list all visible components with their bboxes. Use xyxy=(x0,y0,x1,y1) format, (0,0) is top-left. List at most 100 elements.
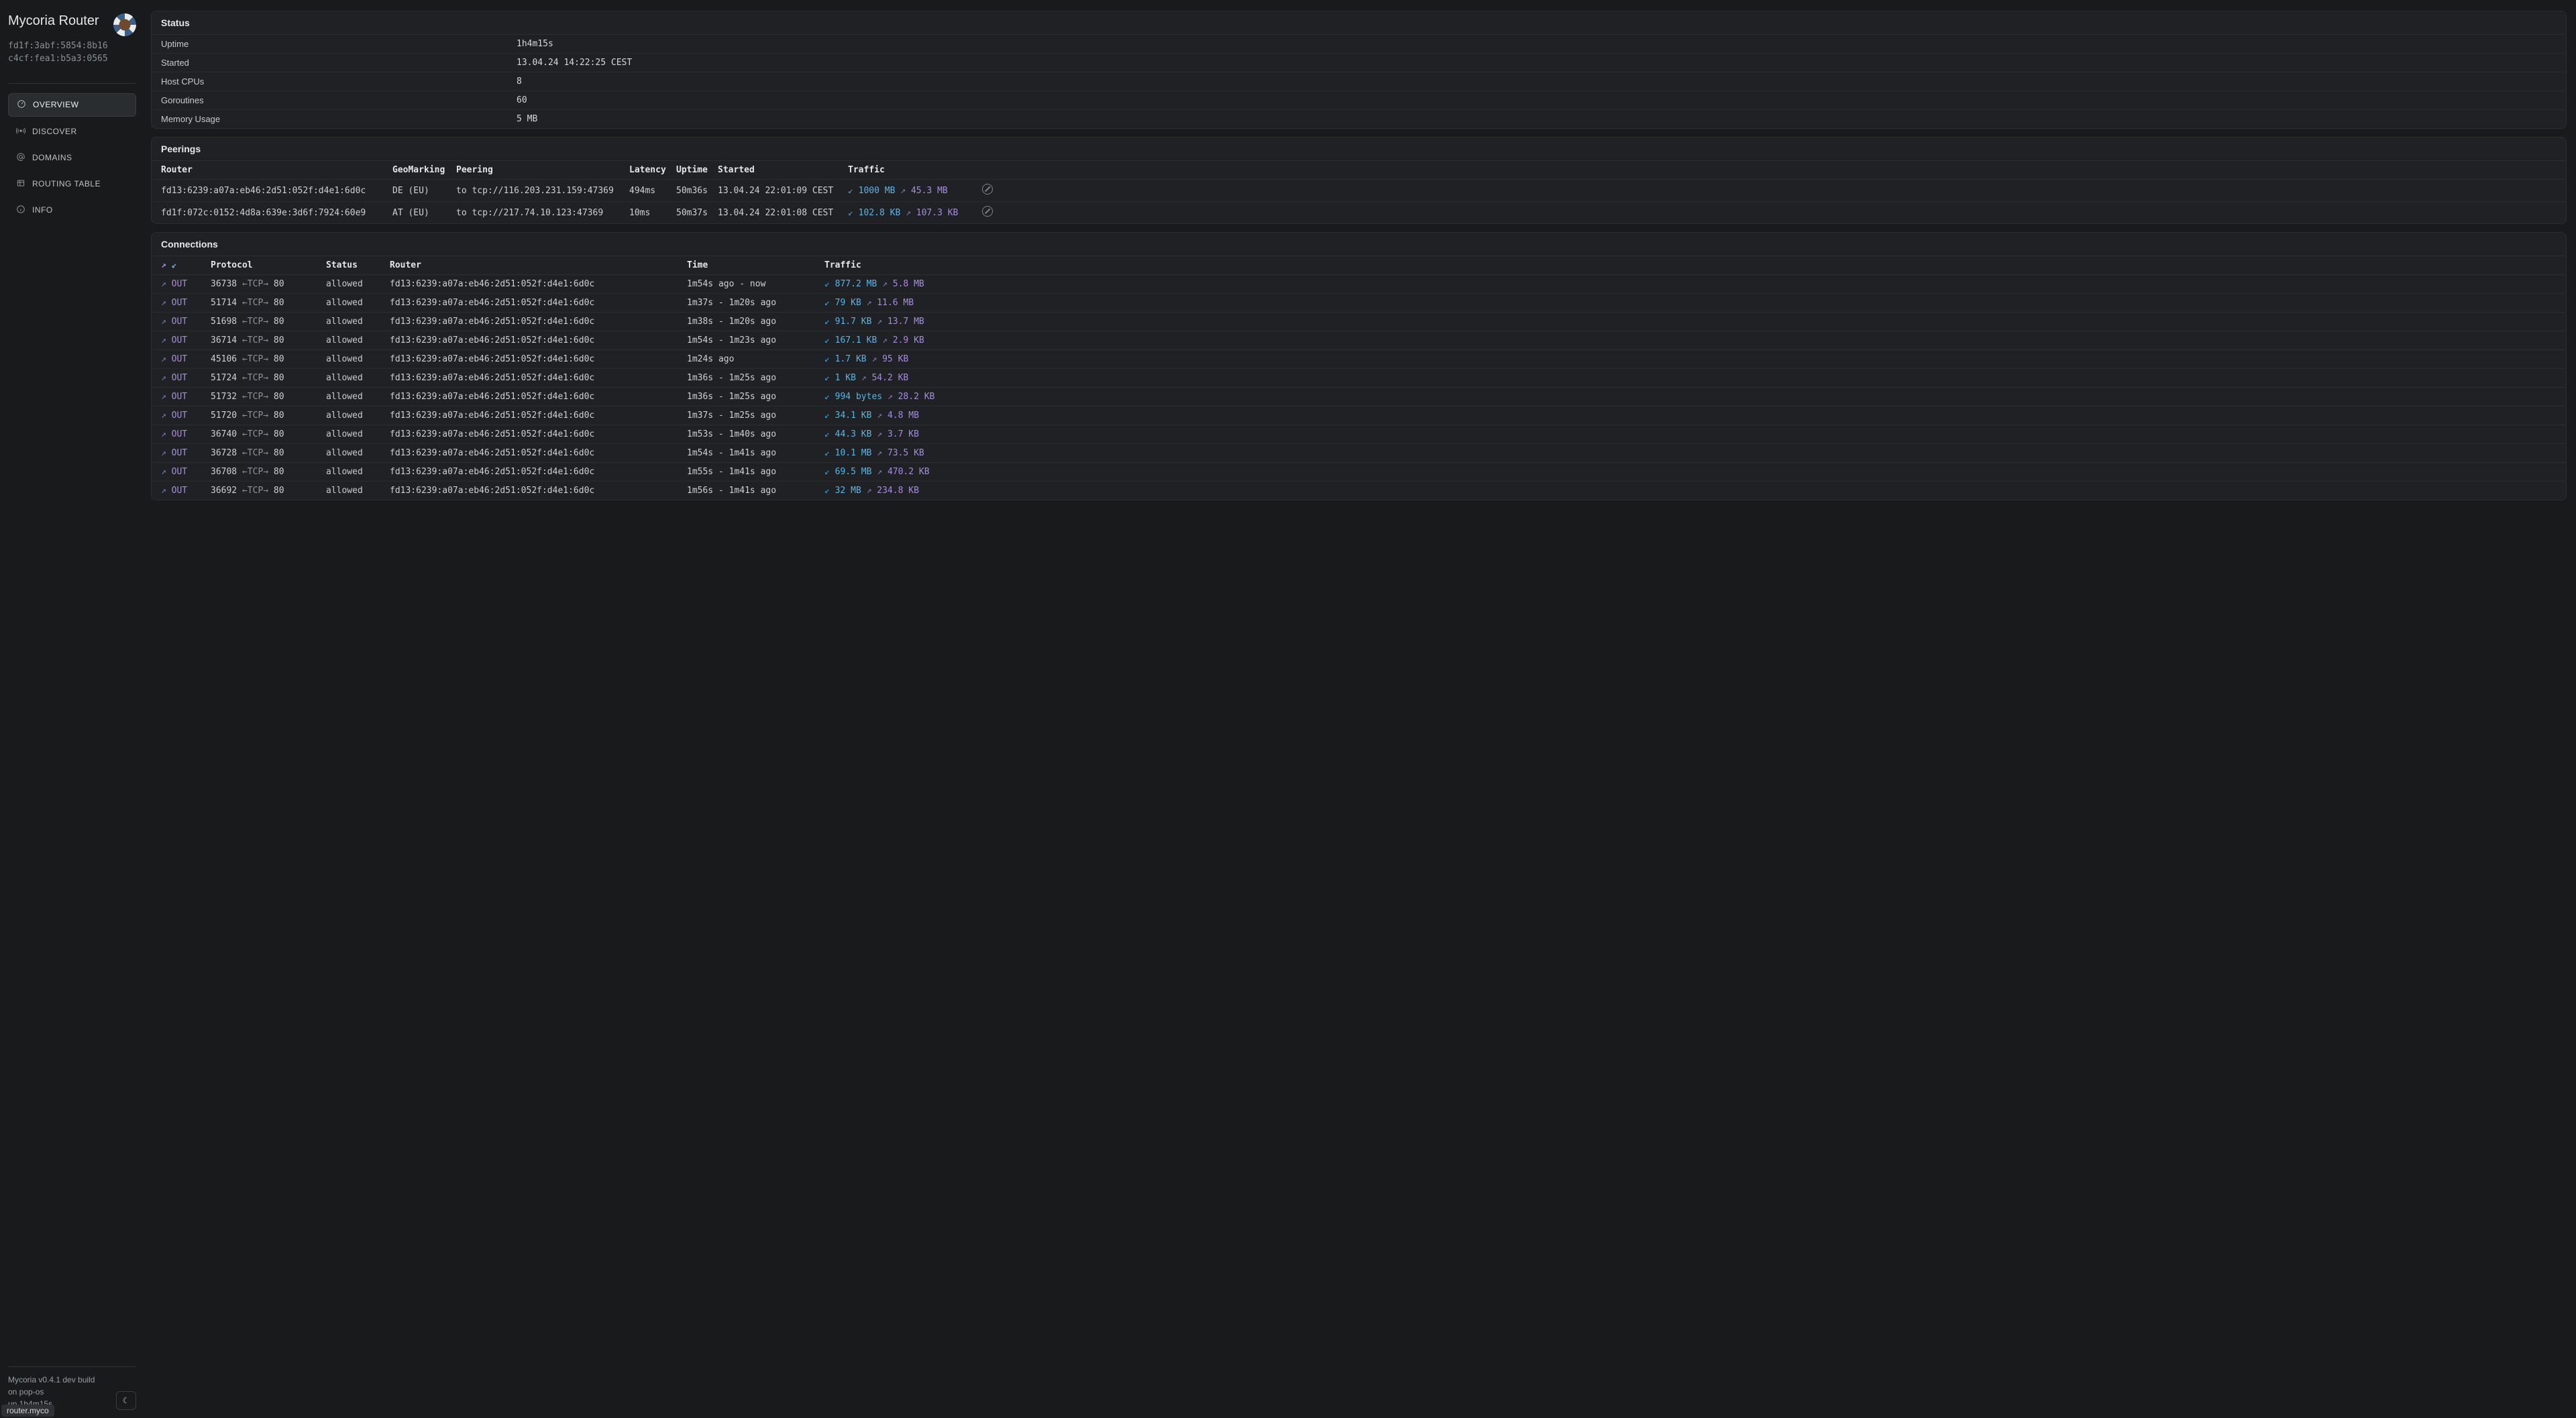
traffic-in: 994 bytes xyxy=(835,392,882,402)
peer-uptime: 50m37s xyxy=(676,208,718,218)
conn-traffic: ↙ 91.7 KB ↗ 13.7 MB xyxy=(824,317,2557,327)
connection-row: ↗ OUT51714 ←TCP→ 80allowedfd13:6239:a07a… xyxy=(152,294,2566,313)
traffic-in: 1.7 KB xyxy=(835,354,867,364)
peer-latency: 10ms xyxy=(629,208,676,218)
conn-status: allowed xyxy=(326,486,390,496)
conn-direction: ↗ OUT xyxy=(161,298,211,308)
conn-status: allowed xyxy=(326,467,390,477)
block-icon[interactable] xyxy=(982,184,993,195)
nav-domains[interactable]: DOMAINS xyxy=(8,147,136,169)
conn-traffic: ↙ 44.3 KB ↗ 3.7 KB xyxy=(824,429,2557,439)
connection-row: ↗ OUT51724 ←TCP→ 80allowedfd13:6239:a07a… xyxy=(152,369,2566,388)
conn-protocol: 51720 ←TCP→ 80 xyxy=(211,411,326,421)
router-fingerprint: fd1f:3abf:5854:8b16 c4cf:fea1:b5a3:0565 xyxy=(8,40,136,66)
traffic-out: 3.7 KB xyxy=(888,429,919,439)
traffic-in: 102.8 KB xyxy=(859,208,901,218)
block-icon[interactable] xyxy=(982,206,993,217)
conn-direction: ↗ OUT xyxy=(161,392,211,402)
conn-router: fd13:6239:a07a:eb46:2d51:052f:d4e1:6d0c xyxy=(390,298,687,308)
conn-protocol: 51732 ←TCP→ 80 xyxy=(211,392,326,402)
conn-protocol: 51698 ←TCP→ 80 xyxy=(211,317,326,327)
arrow-out-icon: ↗ xyxy=(861,373,867,383)
arrow-out-icon: ↗ xyxy=(161,486,166,496)
arrow-in-icon: ↙ xyxy=(824,373,830,383)
conn-protocol: 36740 ←TCP→ 80 xyxy=(211,429,326,439)
arrow-in-icon: ↙ xyxy=(824,411,830,421)
gauge-icon xyxy=(17,99,26,111)
nav-discover[interactable]: DISCOVER xyxy=(8,121,136,143)
conn-time: 1m36s - 1m25s ago xyxy=(687,373,824,383)
arrow-out-icon: ↗ xyxy=(161,298,166,308)
connection-row: ↗ OUT36692 ←TCP→ 80allowedfd13:6239:a07a… xyxy=(152,482,2566,500)
arrow-out-icon: ↗ xyxy=(877,429,882,439)
theme-toggle-button[interactable]: ☾ xyxy=(116,1391,136,1410)
nav-overview[interactable]: OVERVIEW xyxy=(8,93,136,117)
col-stat: Status xyxy=(326,260,390,270)
arrow-out-icon: ↗ xyxy=(900,186,906,196)
conn-direction: ↗ OUT xyxy=(161,411,211,421)
col-up: Uptime xyxy=(676,165,718,175)
status-row: Host CPUs8 xyxy=(152,72,2566,91)
arrow-out-icon: ↗ xyxy=(888,392,893,402)
conn-traffic: ↙ 34.1 KB ↗ 4.8 MB xyxy=(824,411,2557,421)
col-lat: Latency xyxy=(629,165,676,175)
traffic-in: 69.5 MB xyxy=(835,467,872,477)
arrow-in-icon: ↙ xyxy=(824,429,830,439)
nav-routing-table[interactable]: ROUTING TABLE xyxy=(8,173,136,195)
traffic-out: 13.7 MB xyxy=(888,317,924,327)
col-dir: ↗ ↙ xyxy=(161,260,211,270)
conn-protocol: 45106 ←TCP→ 80 xyxy=(211,354,326,364)
col-start: Started xyxy=(718,165,848,175)
conn-dir-label: OUT xyxy=(172,317,187,327)
arrow-out-icon: ↗ xyxy=(882,279,888,289)
conn-router: fd13:6239:a07a:eb46:2d51:052f:d4e1:6d0c xyxy=(390,429,687,439)
divider xyxy=(8,83,136,84)
conn-time: 1m54s ago - now xyxy=(687,279,824,289)
col-geo: GeoMarking xyxy=(392,165,456,175)
fingerprint-line: c4cf:fea1:b5a3:0565 xyxy=(8,53,136,66)
arrow-out-icon: ↗ xyxy=(161,354,166,364)
conn-router: fd13:6239:a07a:eb46:2d51:052f:d4e1:6d0c xyxy=(390,411,687,421)
connection-row: ↗ OUT36714 ←TCP→ 80allowedfd13:6239:a07a… xyxy=(152,331,2566,350)
col-time: Time xyxy=(687,260,824,270)
conn-router: fd13:6239:a07a:eb46:2d51:052f:d4e1:6d0c xyxy=(390,373,687,383)
conn-router: fd13:6239:a07a:eb46:2d51:052f:d4e1:6d0c xyxy=(390,486,687,496)
nav-info[interactable]: INFO xyxy=(8,199,136,221)
conn-protocol: 36714 ←TCP→ 80 xyxy=(211,335,326,345)
status-value: 60 xyxy=(517,95,2557,105)
conn-status: allowed xyxy=(326,279,390,289)
arrow-out-icon: ↗ xyxy=(882,335,888,345)
connection-row: ↗ OUT36708 ←TCP→ 80allowedfd13:6239:a07a… xyxy=(152,463,2566,482)
arrow-in-icon: ↙ xyxy=(824,486,830,496)
connections-panel: Connections ↗ ↙ Protocol Status Router T… xyxy=(151,232,2567,500)
conn-time: 1m55s - 1m41s ago xyxy=(687,467,824,477)
peer-started: 13.04.24 22:01:08 CEST xyxy=(718,208,848,218)
arrow-out-icon: ↗ xyxy=(877,317,882,327)
arrow-in-icon: ↙ xyxy=(824,298,830,308)
main-content: Status Uptime1h4m15sStarted13.04.24 14:2… xyxy=(144,0,2576,1418)
url-hint: router.myco xyxy=(1,1405,54,1417)
arrow-out-icon: ↗ xyxy=(161,411,166,421)
conn-direction: ↗ OUT xyxy=(161,467,211,477)
conn-time: 1m36s - 1m25s ago xyxy=(687,392,824,402)
arrow-out-icon: ↗ xyxy=(161,392,166,402)
status-value: 13.04.24 14:22:25 CEST xyxy=(517,58,2557,68)
status-key: Goroutines xyxy=(161,95,517,105)
arrow-out-icon: ↗ xyxy=(161,260,166,270)
arrow-out-icon: ↗ xyxy=(877,467,882,477)
conn-traffic: ↙ 994 bytes ↗ 28.2 KB xyxy=(824,392,2557,402)
peer-router: fd1f:072c:0152:4d8a:639e:3d6f:7924:60e9 xyxy=(161,208,392,218)
arrow-in-icon: ↙ xyxy=(848,186,853,196)
panel-title: Connections xyxy=(152,233,2566,256)
connection-row: ↗ OUT51732 ←TCP→ 80allowedfd13:6239:a07a… xyxy=(152,388,2566,406)
peer-router: fd13:6239:a07a:eb46:2d51:052f:d4e1:6d0c xyxy=(161,186,392,196)
conn-status: allowed xyxy=(326,335,390,345)
conn-status: allowed xyxy=(326,354,390,364)
status-row: Memory Usage5 MB xyxy=(152,110,2566,128)
conn-status: allowed xyxy=(326,429,390,439)
conn-status: allowed xyxy=(326,392,390,402)
conn-router: fd13:6239:a07a:eb46:2d51:052f:d4e1:6d0c xyxy=(390,467,687,477)
peerings-panel: Peerings Router GeoMarking Peering Laten… xyxy=(151,137,2567,224)
conn-protocol: 51714 ←TCP→ 80 xyxy=(211,298,326,308)
status-panel: Status Uptime1h4m15sStarted13.04.24 14:2… xyxy=(151,11,2567,129)
